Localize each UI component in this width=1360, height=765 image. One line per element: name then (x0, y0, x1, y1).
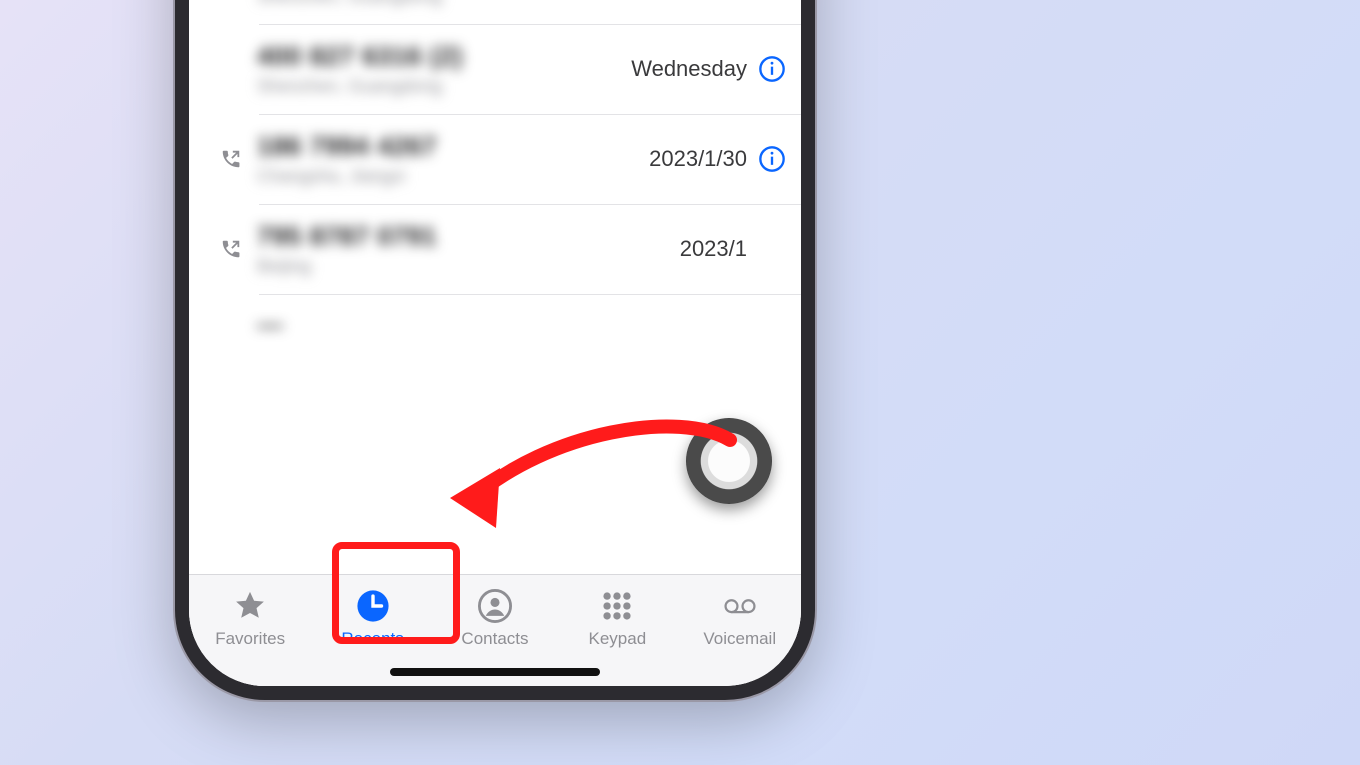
call-name: — (257, 309, 787, 340)
voicemail-icon (723, 589, 757, 623)
tab-label: Voicemail (703, 629, 776, 649)
tab-label: Favorites (215, 629, 285, 649)
tab-label: Recents (341, 629, 403, 649)
person-icon (478, 589, 512, 623)
call-entry: 186 7994 4267 Changsha, Jiangxi (251, 131, 649, 187)
tab-recents[interactable]: Recents (318, 589, 428, 649)
tab-voicemail[interactable]: Voicemail (685, 589, 795, 649)
call-entry: 795 8787 0791 Beijing (251, 221, 680, 277)
assistive-touch-button[interactable] (686, 418, 772, 504)
tab-label: Contacts (461, 629, 528, 649)
tab-label: Keypad (589, 629, 647, 649)
call-entry: — (251, 309, 787, 340)
outgoing-call-icon (211, 238, 251, 260)
tab-favorites[interactable]: Favorites (195, 589, 305, 649)
call-location: Shenzhen, Guangdong (257, 0, 655, 7)
call-time: 2023/1/30 (649, 146, 747, 172)
call-row[interactable]: 400 827 6316 (2) Shenzhen, Guangdong Wed… (189, 24, 801, 114)
call-location: Changsha, Jiangxi (257, 166, 649, 187)
outgoing-call-icon (211, 148, 251, 170)
call-row[interactable]: — (189, 294, 801, 354)
call-entry: 158 0421 9881 Shenzhen, Guangdong (251, 0, 655, 7)
tab-keypad[interactable]: Keypad (562, 589, 672, 649)
keypad-icon (600, 589, 634, 623)
call-time: 2023/1 (680, 236, 747, 262)
call-row[interactable]: 158 0421 9881 Shenzhen, Guangdong Thursd… (189, 0, 801, 24)
call-name: 400 827 6316 (2) (257, 41, 631, 72)
call-location: Beijing (257, 256, 680, 277)
call-location: Shenzhen, Guangdong (257, 76, 631, 97)
call-name: 186 7994 4267 (257, 131, 649, 162)
call-entry: 400 827 6316 (2) Shenzhen, Guangdong (251, 41, 631, 97)
star-icon (233, 589, 267, 623)
call-name: 795 8787 0791 (257, 221, 680, 252)
clock-icon (356, 589, 390, 623)
call-row[interactable]: 186 7994 4267 Changsha, Jiangxi 2023/1/3… (189, 114, 801, 204)
tab-bar: Favorites Recents Contacts (189, 574, 801, 686)
call-row[interactable]: 795 8787 0791 Beijing 2023/1 (189, 204, 801, 294)
tab-contacts[interactable]: Contacts (440, 589, 550, 649)
phone-screen: 158 0421 9881 Shenzhen, Guangdong Thursd… (189, 0, 801, 686)
info-icon[interactable] (757, 144, 787, 174)
call-time: Wednesday (631, 56, 747, 82)
home-indicator[interactable] (390, 668, 600, 676)
phone-frame: 158 0421 9881 Shenzhen, Guangdong Thursd… (175, 0, 815, 700)
info-icon[interactable] (757, 54, 787, 84)
